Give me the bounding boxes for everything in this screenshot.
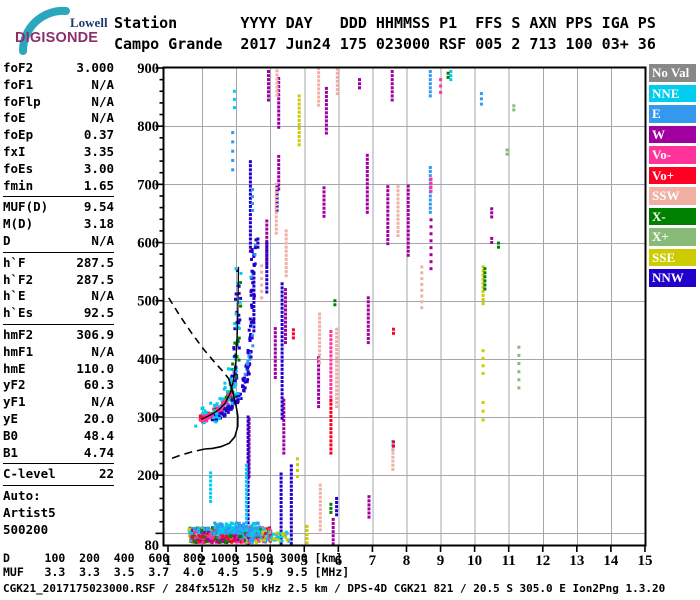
y-axis-tick-label: 300 <box>137 410 159 426</box>
legend-item-X+: X+ <box>649 228 696 246</box>
y-axis-tick-label: 200 <box>137 468 159 484</box>
x-axis-tick-label: 9 <box>437 553 445 569</box>
plot-es-noise-band <box>187 521 291 545</box>
x-axis-tick-label: 10 <box>467 553 482 569</box>
x-axis-tick-label: 14 <box>603 553 619 569</box>
plot-echo-traces <box>194 238 258 428</box>
x-axis-tick-label: 7 <box>369 553 377 569</box>
digisonde-ionogram-app: Lowell DIGISONDE Station YYYY DAY DDD HH… <box>0 0 700 600</box>
x-axis-tick-label: 12 <box>535 553 550 569</box>
legend-item-NNE: NNE <box>649 84 696 102</box>
muf-table-d-row: D 100 200 400 600 800 1000 1500 3000 [km… <box>3 551 343 565</box>
y-axis-tick-label: 500 <box>137 294 159 310</box>
muf-table-muf-row: MUF 3.3 3.3 3.5 3.7 4.0 4.5 5.9 9.5 [MHz… <box>3 564 350 579</box>
profile-valley-dashed <box>168 448 205 461</box>
muf-table: D 100 200 400 600 800 1000 1500 3000 [km… <box>3 551 350 579</box>
legend-item-NNW: NNW <box>649 269 696 287</box>
y-axis-tick-label: 700 <box>137 177 159 193</box>
plot-grid <box>163 67 646 546</box>
legend-item-Vo-: Vo- <box>649 146 696 164</box>
legend-item-SSE: SSE <box>649 248 696 266</box>
legend-item-E: E <box>649 105 696 123</box>
legend-item-X-: X- <box>649 207 696 225</box>
x-axis-tick-label: 15 <box>637 553 652 569</box>
legend-item-Vo+: Vo+ <box>649 166 696 184</box>
x-axis-tick-label: 8 <box>403 553 411 569</box>
ionogram-plot: 900800700600500400300200801 2 3 4 5 6 7 8 9 10 11 1… <box>137 61 652 569</box>
legend-item-SSW: SSW <box>649 187 696 205</box>
legend-item-W: W <box>649 125 696 143</box>
y-axis-tick-label: 600 <box>137 236 159 252</box>
legend-item-NoVal: No Val <box>649 64 696 82</box>
y-axis-tick-label: 900 <box>137 61 159 77</box>
footer-text: CGK21_2017175023000.RSF / 284fx512h 50 k… <box>3 582 666 595</box>
y-axis-tick-label: 800 <box>137 119 159 135</box>
x-axis-tick-label: 11 <box>502 553 516 569</box>
y-axis-tick-label: 400 <box>137 352 159 368</box>
plot-profile-curves <box>168 266 240 461</box>
direction-legend: No Val NNE E W Vo- Vo+ SSW X- X+ SSE NNW <box>649 64 696 290</box>
plot-spread-echo-columns <box>209 67 521 546</box>
x-axis-tick-label: 13 <box>569 553 584 569</box>
footer-line: CGK21_2017175023000.RSF / 284fx512h 50 k… <box>3 582 665 595</box>
profile-topside-dashed <box>168 297 230 380</box>
plot-axes: 900800700600500400300200801 2 3 4 5 6 7 8 9 10 11 1… <box>137 61 652 569</box>
